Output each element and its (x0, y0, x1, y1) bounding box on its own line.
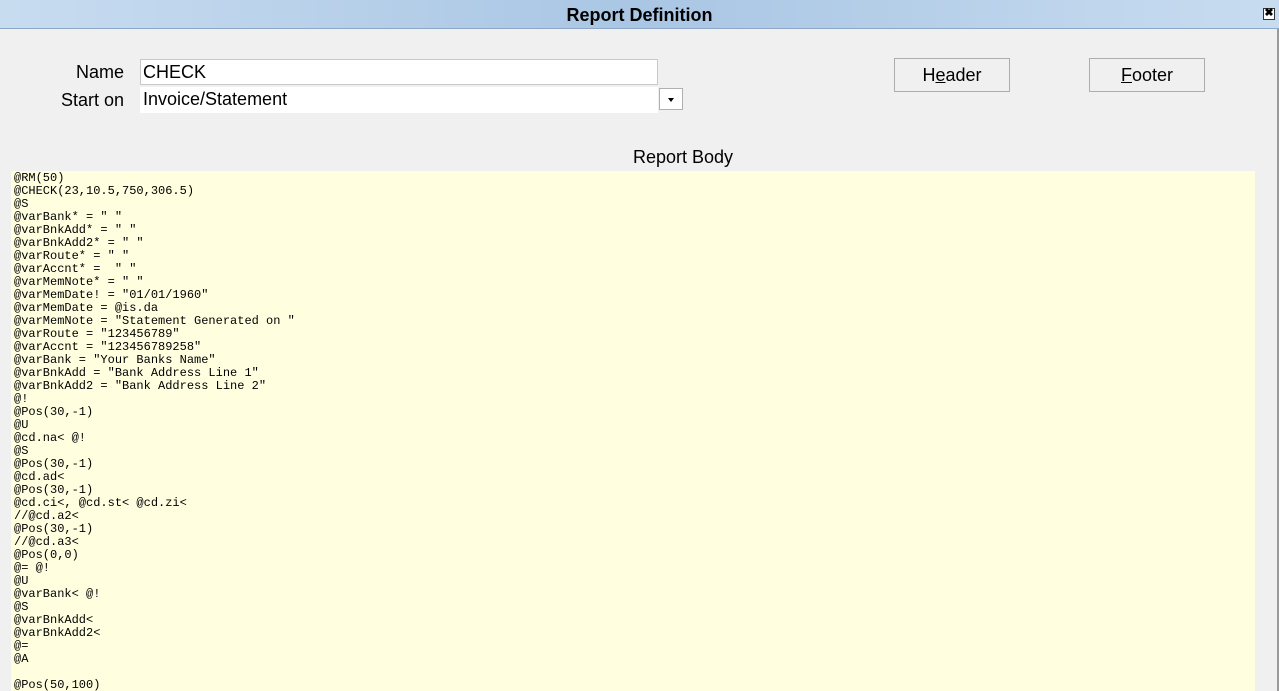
start-on-label: Start on (60, 90, 124, 110)
name-input[interactable] (140, 59, 658, 85)
name-label: Name (75, 62, 124, 82)
start-on-dropdown-button[interactable] (659, 88, 683, 110)
footer-button-label: Footer (1120, 65, 1174, 85)
window-title: Report Definition (566, 5, 713, 25)
title-bar[interactable]: Report Definition ✖ (0, 0, 1279, 29)
close-icon[interactable]: ✖ (1263, 8, 1275, 20)
report-definition-window: Report Definition ✖ Name Start on Invoic… (0, 0, 1279, 691)
start-on-select[interactable]: Invoice/Statement (140, 87, 658, 113)
footer-button[interactable]: Footer (1089, 58, 1205, 92)
header-button[interactable]: Header (894, 58, 1010, 92)
chevron-down-icon (668, 98, 674, 102)
report-body-title: Report Body (632, 147, 734, 167)
header-button-label: Header (922, 65, 982, 85)
report-body-editor[interactable]: @RM(50) @CHECK(23,10.5,750,306.5) @S @va… (11, 171, 1255, 691)
